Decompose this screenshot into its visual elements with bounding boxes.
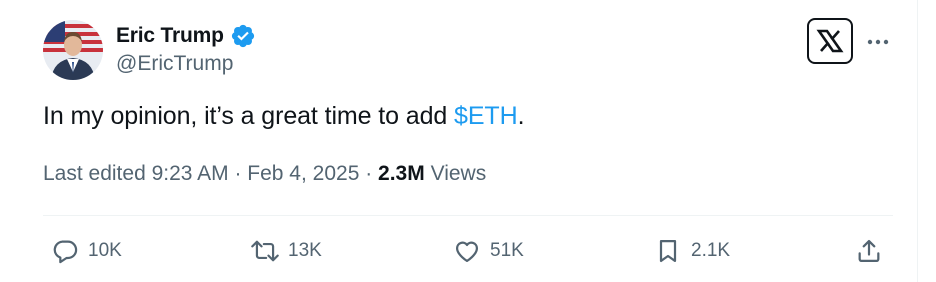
tweet-text-after: .	[517, 102, 525, 130]
bookmark-icon	[653, 236, 683, 266]
tweet-text-before: In my opinion, it’s a great time to add	[43, 102, 455, 130]
share-icon	[854, 236, 884, 266]
verified-badge-icon[interactable]	[230, 23, 256, 49]
share-button[interactable]	[854, 232, 884, 270]
reply-icon	[50, 236, 80, 266]
reply-button[interactable]: 10K	[50, 232, 122, 270]
tweet-meta: Last edited 9:23 AM · Feb 4, 2025 · 2.3M…	[43, 162, 486, 186]
views-count: 2.3M	[378, 162, 425, 185]
bookmark-count: 2.1K	[691, 240, 731, 261]
cashtag-link[interactable]: $ETH	[454, 102, 518, 130]
tweet-card: Eric Trump @EricTrump In my opinion, it’…	[0, 0, 918, 282]
reply-count: 10K	[88, 240, 122, 261]
views-label: Views	[424, 162, 487, 185]
repost-count: 13K	[288, 240, 322, 261]
divider	[43, 215, 893, 216]
author-handle[interactable]: @EricTrump	[116, 52, 233, 76]
tweet-text: In my opinion, it’s a great time to add …	[43, 102, 525, 131]
more-dots-icon[interactable]	[864, 28, 892, 56]
bookmark-button[interactable]: 2.1K	[653, 232, 730, 270]
like-count: 51K	[490, 240, 524, 261]
heart-icon	[452, 236, 482, 266]
edited-timestamp[interactable]: Last edited 9:23 AM · Feb 4, 2025 ·	[43, 162, 378, 185]
display-name[interactable]: Eric Trump	[116, 24, 224, 48]
avatar-photo	[43, 20, 103, 80]
repost-button[interactable]: 13K	[250, 232, 322, 270]
author-name-row[interactable]: Eric Trump	[116, 22, 256, 50]
x-logo-icon[interactable]	[807, 18, 853, 64]
like-button[interactable]: 51K	[452, 232, 524, 270]
avatar[interactable]	[43, 20, 103, 80]
repost-icon	[250, 236, 280, 266]
